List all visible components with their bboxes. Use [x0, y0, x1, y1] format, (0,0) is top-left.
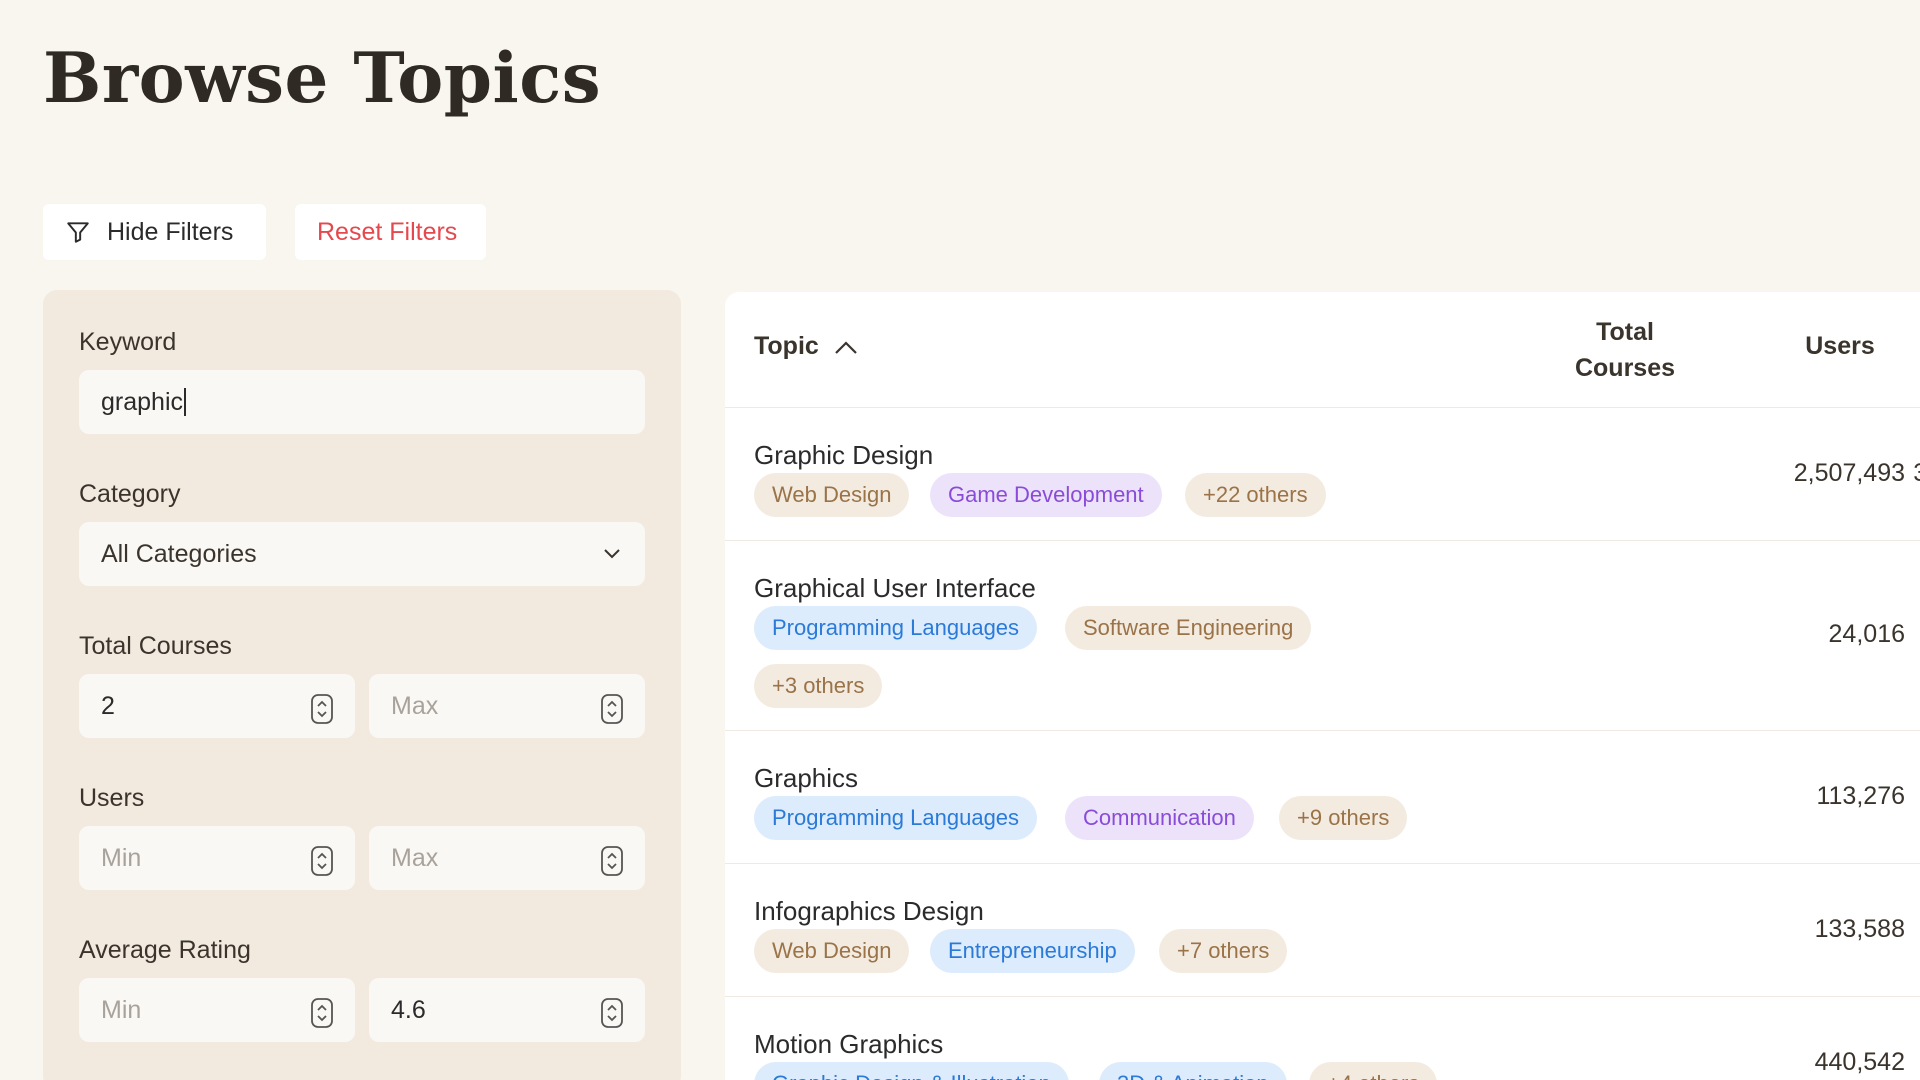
users-cell: 113,276	[1816, 782, 1905, 810]
stepper-icon[interactable]	[601, 694, 623, 724]
keyword-input[interactable]: graphic	[79, 370, 645, 434]
more-tags-badge: +3 others	[754, 664, 883, 708]
users-max-input[interactable]: Max	[369, 826, 645, 890]
users-cell: 440,542	[1814, 1048, 1905, 1076]
hide-filters-label: Hide Filters	[107, 217, 234, 246]
page-title: Browse Topics	[43, 38, 602, 119]
column-header-total-courses[interactable]: Total Courses	[1535, 314, 1715, 386]
table-row[interactable]: Graphic Design Web Design Game Developme…	[725, 407, 1920, 540]
total-courses-max-placeholder: Max	[391, 691, 439, 720]
hide-filters-button[interactable]: Hide Filters	[43, 204, 266, 260]
column-header-topic[interactable]: Topic	[754, 332, 859, 361]
users-cell: 24,016	[1828, 620, 1905, 648]
total-courses-header-line2: Courses	[1574, 354, 1676, 382]
average-rating-label: Average Rating	[79, 936, 251, 964]
total-courses-label: Total Courses	[79, 632, 232, 660]
topic-header-label: Topic	[754, 332, 819, 360]
rating-min-input[interactable]: Min	[79, 978, 355, 1042]
users-min-placeholder: Min	[101, 843, 142, 872]
keyword-label: Keyword	[79, 328, 177, 356]
reset-filters-button[interactable]: Reset Filters	[295, 204, 486, 260]
category-label: Category	[79, 480, 181, 508]
sort-ascending-icon	[835, 340, 857, 354]
table-row[interactable]: Graphics Programming Languages Communica…	[725, 730, 1920, 863]
reset-filters-label: Reset Filters	[317, 217, 458, 246]
category-value: All Categories	[101, 539, 257, 568]
stepper-icon[interactable]	[601, 846, 623, 876]
rating-min-placeholder: Min	[101, 995, 142, 1024]
users-cell: 2,507,493	[1793, 459, 1905, 487]
total-courses-min-input[interactable]: 2	[79, 674, 355, 738]
users-cell: 133,588	[1814, 915, 1905, 943]
column-header-users[interactable]: Users	[1765, 332, 1915, 361]
total-courses-min-value: 2	[101, 691, 115, 720]
stepper-icon[interactable]	[311, 846, 333, 876]
table-row[interactable]: Graphical User Interface Programming Lan…	[725, 540, 1920, 730]
category-select[interactable]: All Categories	[79, 522, 645, 586]
total-courses-max-input[interactable]: Max	[369, 674, 645, 738]
topics-table: Topic Total Courses Users Graphic Design…	[725, 292, 1920, 1080]
keyword-value: graphic	[101, 387, 183, 416]
total-courses-header-line1: Total	[1596, 318, 1654, 346]
filter-icon	[67, 222, 89, 243]
stepper-icon[interactable]	[311, 998, 333, 1028]
rating-max-input[interactable]: 4.6	[369, 978, 645, 1042]
stepper-icon[interactable]	[601, 998, 623, 1028]
topic-name[interactable]: Graphical User Interface	[754, 573, 1036, 604]
table-row[interactable]: Motion Graphics Graphic Design & Illustr…	[725, 996, 1920, 1080]
users-label: Users	[79, 784, 145, 812]
chevron-down-icon	[604, 549, 620, 559]
filter-panel: Keyword graphic Category All Categories …	[43, 290, 681, 1080]
rating-max-value: 4.6	[391, 995, 426, 1024]
table-row[interactable]: Infographics Design Web Design Entrepren…	[725, 863, 1920, 996]
users-max-placeholder: Max	[391, 843, 439, 872]
stepper-icon[interactable]	[311, 694, 333, 724]
users-min-input[interactable]: Min	[79, 826, 355, 890]
text-caret	[184, 388, 186, 416]
